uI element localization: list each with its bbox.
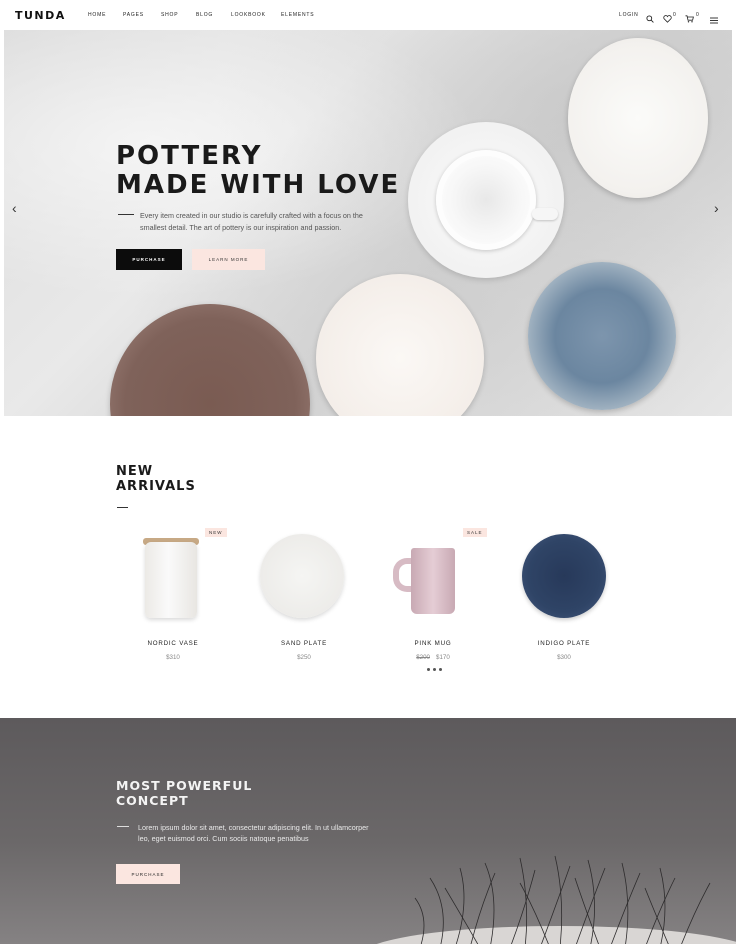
hero-title-line-2: MADE WITH LOVE (116, 170, 401, 200)
mug-body (411, 548, 455, 614)
hero-image-cup (436, 150, 536, 250)
concept-title-line-2: CONCEPT (116, 793, 189, 808)
hero-description: Every item created in our studio is care… (140, 211, 363, 232)
sand-plate-image (260, 534, 344, 618)
hero-image-cup-handle (532, 208, 558, 220)
new-badge: NEW (205, 528, 227, 537)
hero-purchase-button[interactable]: PURCHASE (116, 249, 182, 270)
hamburger-menu-icon[interactable] (710, 11, 718, 24)
pagination-dot[interactable] (427, 668, 430, 671)
product-name[interactable]: SAND PLATE (244, 640, 364, 647)
concept-divider (117, 826, 129, 827)
price-current: $310 (166, 654, 180, 661)
nav-lookbook[interactable]: LOOKBOOK (231, 12, 266, 18)
product-card-sand-plate[interactable]: SAND PLATE $250 (244, 528, 364, 661)
product-card-nordic-vase[interactable]: NEW NORDIC VASE $310 (113, 528, 233, 661)
product-image[interactable]: SALE (373, 528, 493, 622)
heart-icon[interactable] (663, 10, 672, 23)
new-arrivals-title-line-2: ARRIVALS (116, 479, 196, 494)
login-link[interactable]: LOGIN (619, 12, 639, 18)
product-name[interactable]: NORDIC VASE (113, 640, 233, 647)
chevron-right-icon[interactable]: › (714, 200, 719, 216)
nav-pages[interactable]: PAGES (123, 12, 144, 18)
carousel-pagination (427, 668, 442, 671)
product-price: $200 $170 (373, 654, 493, 661)
search-icon[interactable] (646, 10, 654, 23)
pagination-dot[interactable] (439, 668, 442, 671)
product-price: $250 (244, 654, 364, 661)
product-image[interactable]: NEW (113, 528, 233, 622)
site-header: TUNDA HOME PAGES SHOP BLOG LOOKBOOK ELEM… (0, 0, 736, 30)
new-arrivals-title-line-1: NEW (116, 464, 154, 479)
pagination-dot[interactable] (433, 668, 436, 671)
nav-blog[interactable]: BLOG (196, 12, 213, 18)
wishlist-count: 0 (673, 12, 677, 18)
hero-image-plate-rimmed (316, 274, 484, 416)
product-price: $300 (504, 654, 624, 661)
nav-shop[interactable]: SHOP (161, 12, 178, 18)
hero-image-plate-speckled (568, 38, 708, 198)
concept-purchase-button[interactable]: PURCHASE (116, 864, 180, 884)
product-name[interactable]: PINK MUG (373, 640, 493, 647)
grass-image (376, 855, 736, 944)
price-current: $300 (557, 654, 571, 661)
hero-learn-more-button[interactable]: LEARN MORE (192, 249, 265, 270)
price-current: $170 (436, 654, 450, 661)
nav-home[interactable]: HOME (88, 12, 106, 18)
concept-title-line-1: MOST POWERFUL (116, 778, 253, 793)
product-card-indigo-plate[interactable]: INDIGO PLATE $300 (504, 528, 624, 661)
hero-title-line-1: POTTERY (116, 141, 263, 171)
product-image[interactable] (244, 528, 364, 622)
hero-image-bowl-brown (110, 304, 310, 416)
sale-badge: SALE (463, 528, 487, 537)
product-price: $310 (113, 654, 233, 661)
concept-description: Lorem ipsum dolor sit amet, consectetur … (138, 823, 369, 843)
hero-image-bowl-blue (528, 262, 676, 410)
concept-title: MOST POWERFUL CONCEPT (116, 778, 336, 808)
new-arrivals-divider (117, 507, 128, 508)
product-card-pink-mug[interactable]: SALE PINK MUG $200 $170 (373, 528, 493, 661)
concept-section: MOST POWERFUL CONCEPT Lorem ipsum dolor … (0, 718, 736, 944)
logo[interactable]: TUNDA (15, 9, 66, 22)
vase-body (145, 542, 197, 618)
hero-title: POTTERY MADE WITH LOVE (116, 142, 416, 200)
indigo-plate-image (522, 534, 606, 618)
price-current: $250 (297, 654, 311, 661)
cart-icon[interactable] (685, 10, 694, 23)
price-old: $200 (416, 654, 430, 661)
cart-count: 0 (696, 12, 700, 18)
product-name[interactable]: INDIGO PLATE (504, 640, 624, 647)
hero-slider: POTTERY MADE WITH LOVE Every item create… (4, 30, 732, 416)
hero-divider (118, 214, 134, 215)
product-image[interactable] (504, 528, 624, 622)
new-arrivals-title: NEW ARRIVALS (116, 464, 316, 494)
chevron-left-icon[interactable]: ‹ (12, 200, 17, 216)
nav-elements[interactable]: ELEMENTS (281, 12, 314, 18)
